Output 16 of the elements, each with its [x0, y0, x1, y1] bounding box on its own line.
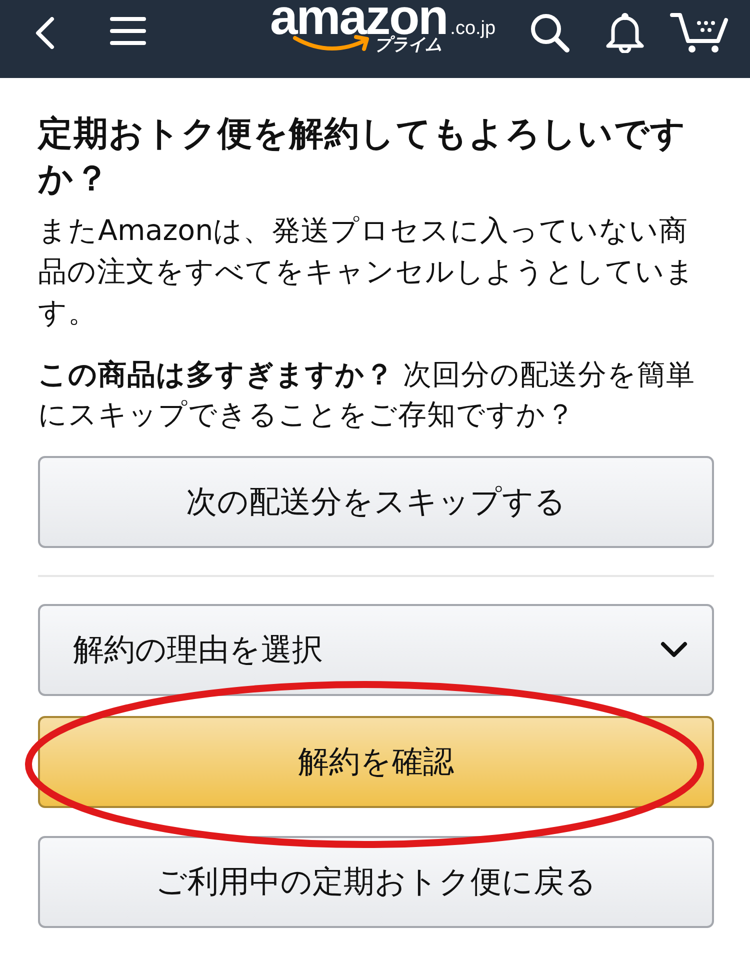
cart-icon[interactable] — [670, 12, 728, 54]
smile-arrow-icon — [292, 34, 372, 54]
logo-program-text: プライム — [374, 35, 442, 55]
skip-tip-text: この商品は多すぎますか？ 次回分の配送分を簡単にスキップできることをご存知ですか？ — [38, 357, 696, 433]
reason-select[interactable]: 解約の理由を選択 — [38, 604, 714, 696]
logo-domain: .co.jp — [450, 18, 496, 40]
chevron-down-icon — [660, 641, 688, 659]
menu-icon[interactable] — [110, 16, 146, 46]
dialog-title: 定期おトク便を解約してもよろしいですか？ — [38, 113, 688, 201]
back-icon[interactable] — [34, 17, 56, 49]
return-button[interactable]: ご利用中の定期おトク便に戻る — [38, 836, 714, 928]
search-icon[interactable] — [530, 13, 570, 53]
confirm-cancel-button[interactable]: 解約を確認 — [38, 716, 714, 808]
notice-text: またAmazonは、発送プロセスに入っていない商品の注文をすべてをキャンセルしようとしています。 — [38, 213, 696, 331]
bell-icon[interactable] — [605, 13, 645, 53]
skip-delivery-button[interactable]: 次の配送分をスキップする — [38, 456, 714, 548]
